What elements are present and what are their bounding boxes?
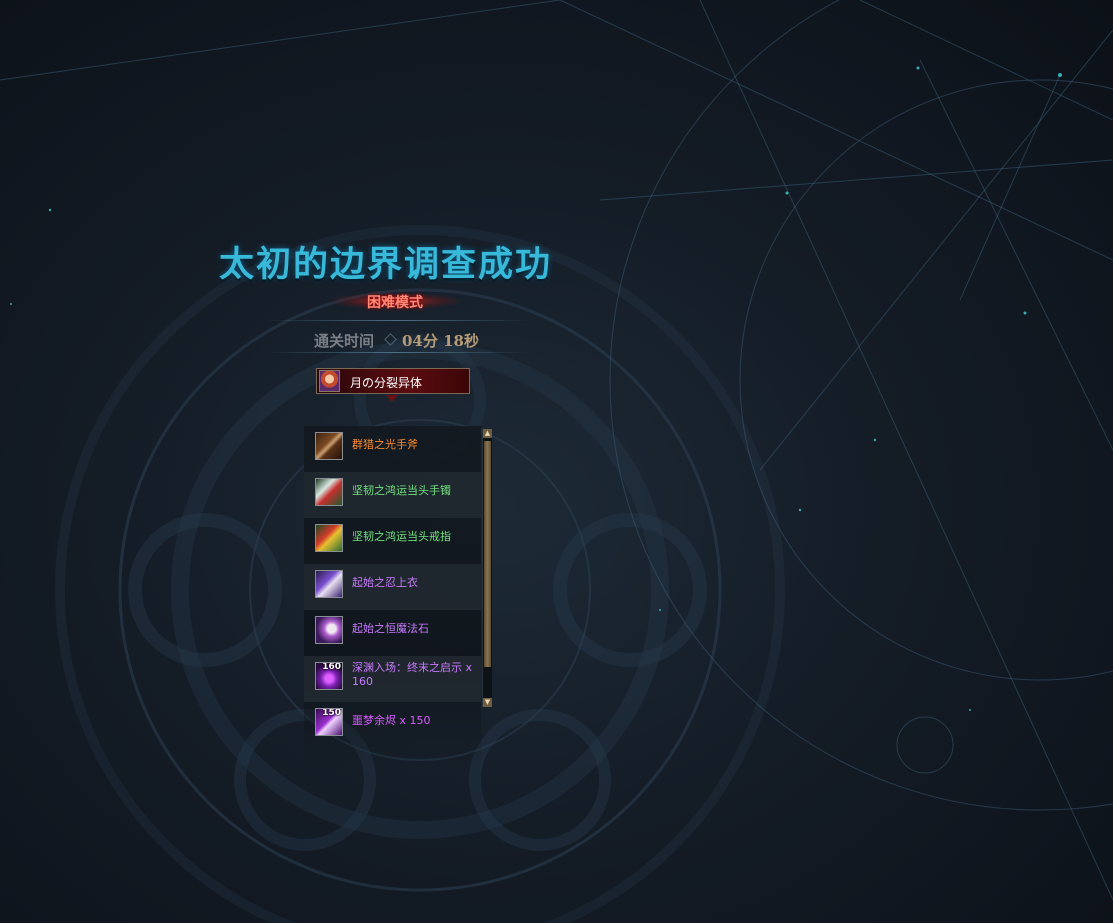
scrollbar-thumb[interactable]: [484, 441, 491, 667]
hand-axe-icon: [315, 432, 343, 460]
reward-row[interactable]: 起始之恒魔法石: [304, 610, 481, 656]
boss-tab-pointer-icon: [386, 395, 398, 402]
reward-name: 坚韧之鸿运当头戒指: [352, 530, 451, 543]
clear-time-value: 04分 18秒: [402, 332, 479, 350]
reward-name: 深渊入场：终末之启示 x 160: [352, 661, 473, 688]
dungeon-result-title: 太初的边界调查成功: [219, 244, 553, 285]
reward-name: 起始之忍上衣: [352, 576, 418, 589]
scroll-down-icon[interactable]: ▼: [483, 698, 492, 707]
abyss-ticket-icon: 160: [315, 662, 343, 690]
magic-stone-icon: [315, 616, 343, 644]
reward-name: 坚韧之鸿运当头手镯: [352, 484, 451, 497]
boss-name: 月の分裂异体: [350, 376, 423, 390]
ninja-top-icon: [315, 570, 343, 598]
item-count-badge: 150: [322, 708, 341, 718]
reward-row[interactable]: 群猎之光手斧: [304, 426, 481, 472]
difficulty-mode-label: 困难模式: [367, 295, 423, 311]
nightmare-ember-icon: 150: [315, 708, 343, 736]
reward-list[interactable]: 群猎之光手斧坚韧之鸿运当头手镯 坚韧之鸿运当头戒指 起始之忍上衣 起始之恒魔法石 160…: [304, 426, 481, 770]
time-divider: [265, 352, 530, 353]
ring-icon: [315, 524, 343, 552]
reward-name: 群猎之光手斧: [352, 438, 418, 451]
boss-tab[interactable]: 月の分裂异体: [316, 368, 470, 394]
reward-row[interactable]: 起始之忍上衣: [304, 564, 481, 610]
item-count-badge: 160: [322, 662, 341, 672]
magic-circle-background: [0, 0, 1113, 923]
reward-row[interactable]: 坚韧之鸿运当头手镯: [304, 472, 481, 518]
reward-row[interactable]: 160 深渊入场：终末之启示 x 160: [304, 656, 481, 702]
scroll-up-icon[interactable]: ▲: [483, 429, 492, 438]
reward-scrollbar[interactable]: ▲ ▼: [482, 429, 492, 707]
boss-portrait-icon: [319, 370, 340, 392]
reward-name: 起始之恒魔法石: [352, 622, 429, 635]
reward-name: 噩梦余烬 x 150: [352, 714, 431, 727]
clear-time-label: 通关时间: [314, 332, 375, 350]
header-divider: [265, 320, 530, 321]
reward-row[interactable]: 150 噩梦余烬 x 150: [304, 702, 481, 748]
bracelet-icon: [315, 478, 343, 506]
reward-row[interactable]: 坚韧之鸿运当头戒指: [304, 518, 481, 564]
